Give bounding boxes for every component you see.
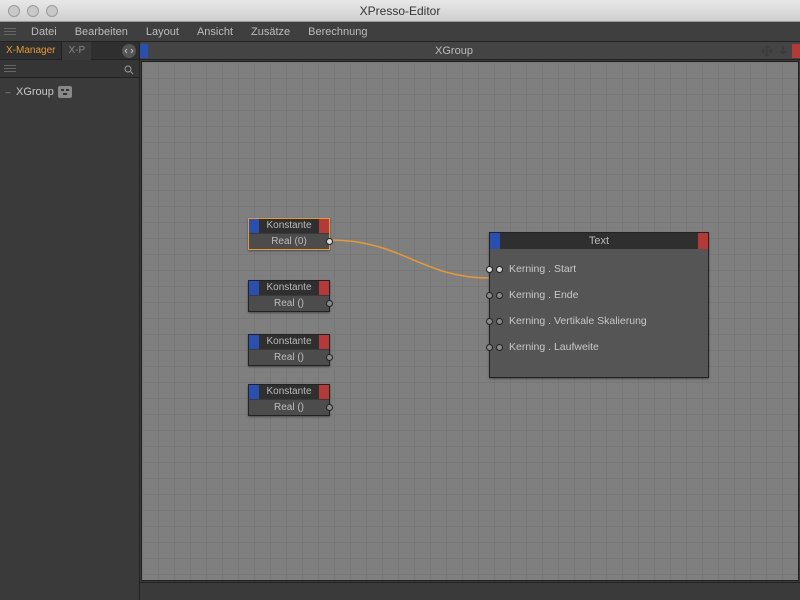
menu-berechnung[interactable]: Berechnung	[299, 22, 376, 42]
tab-x-pool[interactable]: X-P	[61, 42, 91, 60]
node-konstante-1[interactable]: Konstante Real ()	[248, 280, 330, 312]
tree-item-label: XGroup	[16, 86, 54, 98]
node-value: Real ()	[249, 352, 329, 363]
node-title: Konstante	[259, 219, 319, 233]
tree-item-xgroup[interactable]: – XGroup	[4, 84, 135, 100]
menu-bearbeiten[interactable]: Bearbeiten	[66, 22, 137, 42]
node-title: Konstante	[259, 281, 319, 295]
tree: – XGroup	[0, 78, 139, 106]
node-title: Konstante	[259, 335, 319, 349]
node-title: Konstante	[259, 385, 319, 399]
input-port[interactable]	[486, 344, 493, 351]
window-title: XPresso-Editor	[0, 4, 800, 18]
node-input-chip	[249, 219, 259, 233]
xgroup-node-icon	[58, 86, 72, 98]
canvas-area: XGroup Konstante	[140, 42, 800, 600]
status-bar	[140, 582, 800, 600]
node-output-chip	[319, 281, 329, 295]
node-canvas[interactable]: Konstante Real (0) Konstante Real ()	[141, 61, 799, 581]
canvas-move-icon[interactable]	[760, 44, 774, 58]
input-port-inner	[496, 344, 503, 351]
output-port[interactable]	[326, 300, 333, 307]
sidebar-grip-icon	[4, 65, 16, 72]
input-label: Kerning . Start	[509, 263, 576, 275]
input-port[interactable]	[486, 266, 493, 273]
input-label: Kerning . Ende	[509, 289, 578, 301]
minimize-window-button[interactable]	[27, 5, 39, 17]
input-port-inner	[496, 266, 503, 273]
zoom-window-button[interactable]	[46, 5, 58, 17]
node-title: Text	[500, 233, 698, 249]
node-konstante-0[interactable]: Konstante Real (0)	[248, 218, 330, 250]
input-row-kerning-ende[interactable]: Kerning . Ende	[496, 289, 702, 301]
node-input-chip	[249, 281, 259, 295]
node-value: Real ()	[249, 402, 329, 413]
canvas-title: XGroup	[148, 45, 760, 57]
canvas-output-chip	[792, 44, 800, 58]
menu-layout[interactable]: Layout	[137, 22, 188, 42]
node-output-chip	[319, 219, 329, 233]
input-port-inner	[496, 318, 503, 325]
tab-nav-button[interactable]	[122, 44, 136, 58]
menubar-grip-icon	[4, 25, 16, 39]
menu-ansicht[interactable]: Ansicht	[188, 22, 242, 42]
node-value: Real (0)	[249, 236, 329, 247]
output-port[interactable]	[326, 238, 333, 245]
node-input-chip	[249, 335, 259, 349]
input-label: Kerning . Vertikale Skalierung	[509, 315, 647, 327]
close-window-button[interactable]	[8, 5, 20, 17]
menu-datei[interactable]: Datei	[22, 22, 66, 42]
sidebar-tabs: X-Manager X-P	[0, 42, 139, 60]
window-controls	[8, 5, 58, 17]
input-row-kerning-vskal[interactable]: Kerning . Vertikale Skalierung	[496, 315, 702, 327]
input-port[interactable]	[486, 292, 493, 299]
sidebar-toolbar	[0, 60, 139, 78]
menu-zusaetze[interactable]: Zusätze	[242, 22, 299, 42]
node-konstante-3[interactable]: Konstante Real ()	[248, 384, 330, 416]
search-icon[interactable]	[123, 63, 135, 75]
output-port[interactable]	[326, 404, 333, 411]
output-port[interactable]	[326, 354, 333, 361]
sidebar: X-Manager X-P – XGroup	[0, 42, 140, 600]
input-row-kerning-laufweite[interactable]: Kerning . Laufweite	[496, 341, 702, 353]
input-port-inner	[496, 292, 503, 299]
menubar: Datei Bearbeiten Layout Ansicht Zusätze …	[0, 22, 800, 42]
input-row-kerning-start[interactable]: Kerning . Start	[496, 263, 702, 275]
titlebar: XPresso-Editor	[0, 0, 800, 22]
node-output-chip	[698, 233, 708, 249]
input-label: Kerning . Laufweite	[509, 341, 599, 353]
tree-expand-icon[interactable]: –	[4, 87, 12, 97]
node-output-chip	[319, 385, 329, 399]
node-konstante-2[interactable]: Konstante Real ()	[248, 334, 330, 366]
input-port[interactable]	[486, 318, 493, 325]
node-output-chip	[319, 335, 329, 349]
tab-x-manager[interactable]: X-Manager	[0, 42, 61, 60]
canvas-input-chip	[140, 44, 148, 58]
node-value: Real ()	[249, 298, 329, 309]
node-input-chip	[249, 385, 259, 399]
node-input-chip	[490, 233, 500, 249]
node-text[interactable]: Text Kerning . Start Kerning . Ende	[489, 232, 709, 378]
canvas-down-icon[interactable]	[776, 44, 790, 58]
canvas-header: XGroup	[140, 42, 800, 60]
